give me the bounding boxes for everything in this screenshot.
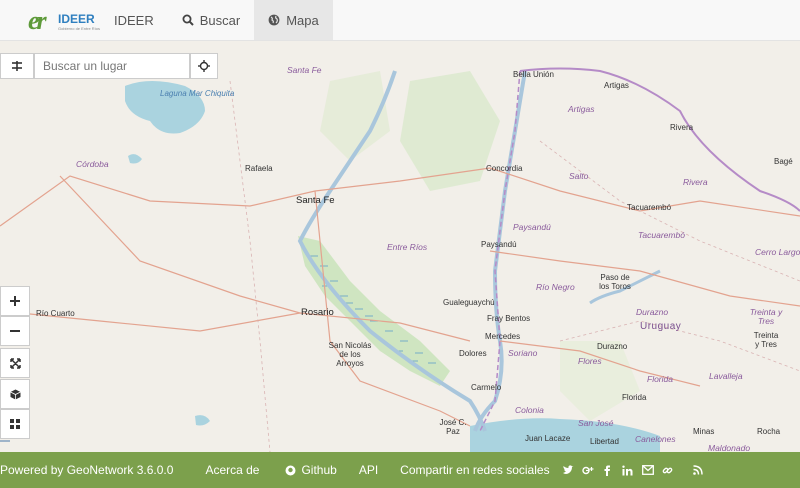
label-uruguay: Uruguay [640,321,682,332]
label-rio-negro: Río Negro [536,282,575,292]
api-link[interactable]: API [359,463,378,477]
label-dolores: Dolores [459,349,487,358]
zoom-in-button[interactable] [0,286,30,316]
layers-toggle-button[interactable] [0,53,34,79]
label-cerro-largo: Cerro Largo [755,247,800,257]
crosshair-icon [198,60,210,72]
google-plus-icon[interactable] [581,464,594,476]
powered-by-text: Powered by GeoNetwork 3.6.0.0 [0,463,174,477]
label-tacuarembo-region: Tacuarembó [638,230,685,240]
label-carmelo: Carmelo [471,383,502,392]
ideer-logo: er IDEER Gobierno de Entre Ríos [28,5,100,35]
full-extent-button[interactable] [0,348,30,378]
label-lavalleja: Lavalleja [709,371,743,381]
label-libertad: Libertad [590,437,619,446]
label-durazno-city: Durazno [597,342,628,351]
top-navbar: er IDEER Gobierno de Entre Ríos IDEER Bu… [0,0,800,41]
label-cordoba: Córdoba [76,159,109,169]
grid-view-button[interactable] [0,409,30,439]
sliders-icon [12,61,22,71]
label-paysandu-region: Paysandú [513,222,551,232]
zoom-out-button[interactable] [0,316,30,346]
share-label: Compartir en redes sociales [400,463,550,477]
nav-ideer-label: IDEER [114,12,154,28]
label-juan-lacaze: Juan Lacaze [525,434,571,443]
globe-icon [268,14,280,26]
label-canelones: Canelones [635,434,676,444]
label-tacuarembo-city: Tacuarembó [627,203,672,212]
locate-button[interactable] [190,53,218,79]
label-concordia: Concordia [486,164,523,173]
label-maldonado: Maldonado [708,443,751,453]
label-minas: Minas [693,427,715,436]
api-label: API [358,463,379,477]
grid-icon [10,419,20,429]
label-salto: Salto [569,171,589,181]
email-icon[interactable] [641,464,654,476]
label-rivera-city: Rivera [670,123,694,132]
nav-buscar-label: Buscar [199,12,241,28]
nav-mapa[interactable]: Mapa [254,0,333,40]
label-florida-city: Florida [622,393,647,402]
label-artigas-region: Artigas [568,104,595,114]
3d-view-button[interactable] [0,379,30,409]
label-paysandu-city: Paysandú [481,240,517,249]
plus-icon [10,296,20,306]
about-link[interactable]: Acerca de [205,463,259,477]
map-canvas[interactable]: Santa Fe Laguna Mar Chiquita Córdoba Raf… [0,41,800,452]
label-bella-union: Bella Unión [513,70,554,79]
label-jose-c-paz: José C. Paz [439,418,467,436]
twitter-icon[interactable] [562,464,574,476]
label-laguna: Laguna Mar Chiquita [160,89,235,98]
label-artigas-city: Artigas [604,81,629,90]
logo-text: IDEER [58,12,95,26]
place-search-input[interactable] [34,53,190,79]
label-florida-region: Florida [647,374,673,384]
share-text: Compartir en redes sociales [400,463,549,477]
label-san-nicolas: San Nicolás de los Arroyos [328,341,372,368]
linkedin-icon[interactable] [622,464,634,476]
github-label: Github [301,463,337,477]
about-label: Acerca de [205,463,260,477]
footer-bar: Powered by GeoNetwork 3.6.0.0 Acerca de … [0,452,800,488]
search-icon [182,14,194,26]
nav-buscar[interactable]: Buscar [168,0,254,40]
expand-icon [9,357,21,369]
label-mercedes: Mercedes [485,332,521,341]
facebook-icon[interactable] [602,464,614,476]
label-santa-fe-city: Santa Fe [296,195,335,206]
label-paso-toros: Paso de los Toros [599,273,631,291]
label-entre-rios: Entre Ríos [387,242,428,252]
nav-mapa-label: Mapa [286,12,319,28]
label-bage: Bagé [774,157,793,166]
label-fray-bentos: Fray Bentos [487,314,531,323]
nav-ideer[interactable]: IDEER [100,0,168,40]
github-link[interactable]: Github [285,463,337,477]
label-rio-cuarto: Río Cuarto [36,309,75,318]
label-gualeguaychu: Gualeguaychú [443,298,495,307]
cube-icon [9,389,21,399]
label-rafaela: Rafaela [245,164,273,173]
label-treinta-region: Treinta y Tres [749,307,783,326]
label-san-jose: San José [578,418,614,428]
label-treinta-city: Treinta y Tres [753,331,779,349]
github-icon [285,465,296,475]
label-santa-fe-region: Santa Fe [287,65,322,75]
logo-subtitle: Gobierno de Entre Ríos [58,26,101,31]
label-rocha: Rocha [757,427,781,436]
label-rosario: Rosario [301,307,334,318]
label-colonia: Colonia [515,405,544,415]
label-rivera-region: Rivera [683,177,708,187]
label-soriano: Soriano [508,348,538,358]
social-links [558,464,708,476]
link-icon[interactable] [662,464,674,476]
logo-letters: er [28,6,47,35]
rss-icon[interactable] [692,464,704,476]
label-durazno-region: Durazno [636,307,669,317]
minus-icon [10,330,20,332]
label-flores: Flores [578,356,602,366]
brand-logo[interactable]: er IDEER Gobierno de Entre Ríos [0,0,100,40]
